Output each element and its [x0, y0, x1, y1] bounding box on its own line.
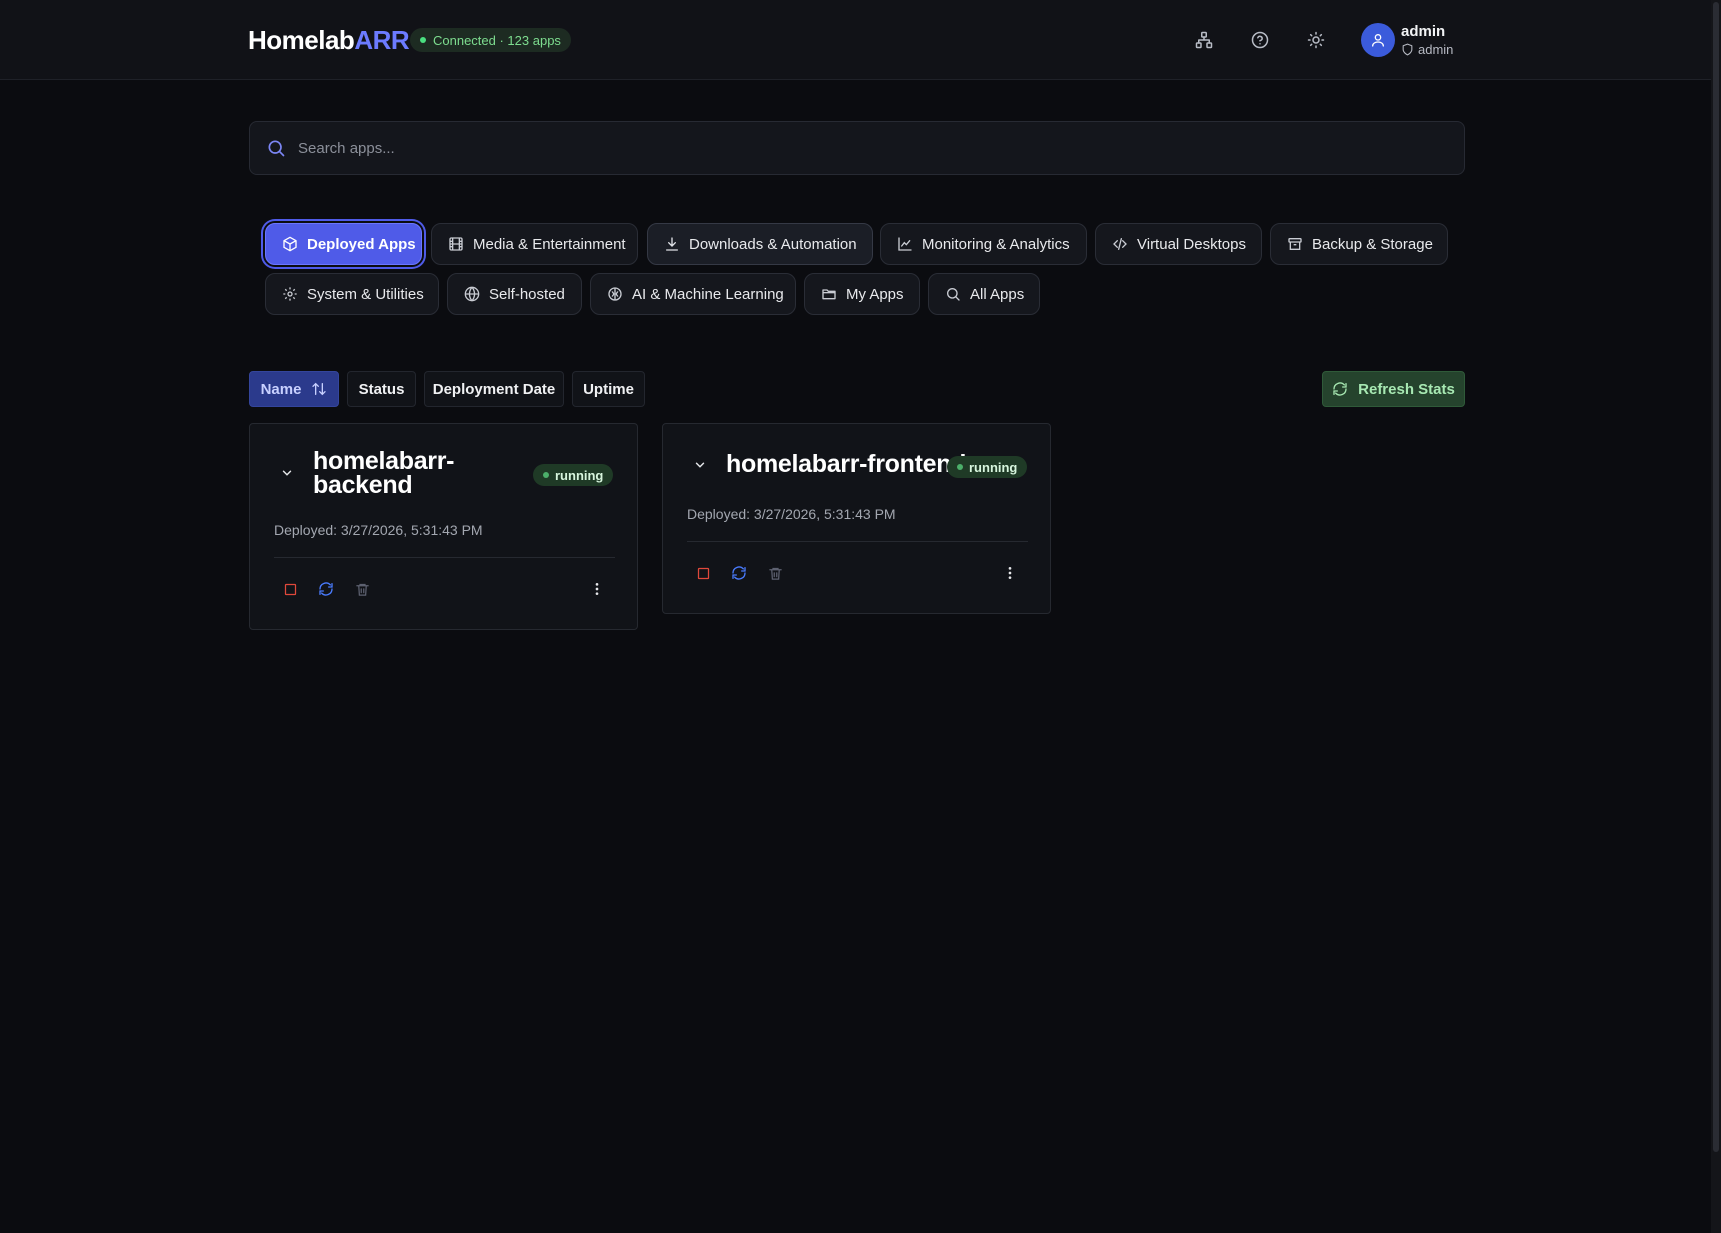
restart-icon[interactable]: [729, 563, 749, 583]
app-name-line1: homelabarr-: [313, 447, 455, 475]
refresh-stats-button[interactable]: Refresh Stats: [1322, 371, 1465, 407]
search-input[interactable]: [298, 139, 1464, 157]
tab-system-utilities[interactable]: System & Utilities: [265, 273, 439, 315]
status-badge: running: [947, 456, 1028, 478]
top-header: HomelabARR Connected · 123 apps admin ad…: [0, 0, 1711, 80]
status-dot-icon: [543, 472, 549, 478]
chevron-down-icon[interactable]: [693, 458, 707, 477]
tab-label: Self-hosted: [489, 285, 565, 303]
deployed-timestamp: Deployed: 3/27/2026, 5:31:43 PM: [274, 522, 483, 538]
tab-label: Monitoring & Analytics: [922, 235, 1070, 253]
search-icon: [947, 288, 960, 301]
sort-uptime-button[interactable]: Uptime: [572, 371, 645, 407]
tab-media-entertainment[interactable]: Media & Entertainment: [431, 223, 638, 265]
more-vertical-icon[interactable]: [587, 579, 607, 599]
user-role: admin: [1401, 42, 1453, 57]
tab-label: Virtual Desktops: [1137, 235, 1246, 253]
tab-label: My Apps: [846, 285, 904, 303]
card-divider: [687, 541, 1028, 542]
card-divider: [274, 557, 615, 558]
logo-accent: ARR: [354, 25, 410, 55]
tab-my-apps[interactable]: My Apps: [804, 273, 920, 315]
tab-label: Downloads & Automation: [689, 235, 857, 253]
refresh-label: Refresh Stats: [1358, 380, 1455, 398]
sort-deployment-date-button[interactable]: Deployment Date: [424, 371, 564, 407]
app-name: homelabarr- backend: [313, 447, 455, 499]
search-icon: [268, 140, 285, 157]
tab-ai-machine-learning[interactable]: AI & Machine Learning: [590, 273, 796, 315]
tab-virtual-desktops[interactable]: Virtual Desktops: [1095, 223, 1262, 265]
app-card-frontend: homelabarr-frontend running Deployed: 3/…: [662, 423, 1051, 614]
tab-all-apps[interactable]: All Apps: [928, 273, 1040, 315]
app-page: HomelabARR Connected · 123 apps admin ad…: [0, 0, 1721, 1233]
trash-icon[interactable]: [765, 563, 785, 583]
tab-label: AI & Machine Learning: [632, 285, 784, 303]
globe-icon: [464, 286, 480, 302]
sort-date-label: Deployment Date: [432, 380, 556, 398]
archive-icon: [1288, 238, 1302, 250]
connection-dot-icon: [420, 37, 426, 43]
chevron-down-icon[interactable]: [280, 466, 294, 485]
stop-icon[interactable]: [280, 579, 300, 599]
deployed-timestamp: Deployed: 3/27/2026, 5:31:43 PM: [687, 506, 896, 522]
page-scrollbar[interactable]: [1711, 0, 1721, 1233]
stop-icon[interactable]: [693, 563, 713, 583]
code-icon: [1113, 238, 1127, 250]
folder-icon: [822, 289, 836, 300]
status-label: running: [969, 459, 1018, 475]
logo-main: Homelab: [248, 25, 355, 55]
restart-icon[interactable]: [316, 579, 336, 599]
status-dot-icon: [957, 464, 963, 470]
connection-text: Connected · 123 apps: [433, 32, 561, 48]
more-vertical-icon[interactable]: [1000, 563, 1020, 583]
sort-status-label: Status: [358, 380, 405, 398]
sort-uptime-label: Uptime: [583, 380, 634, 398]
download-icon: [666, 237, 678, 251]
search-bar: [249, 121, 1465, 175]
tab-backup-storage[interactable]: Backup & Storage: [1270, 223, 1448, 265]
brain-icon: [608, 287, 622, 301]
theme-sun-icon[interactable]: [1302, 26, 1330, 54]
film-icon: [449, 237, 463, 251]
tab-self-hosted[interactable]: Self-hosted: [447, 273, 582, 315]
app-card-backend: homelabarr- backend running Deployed: 3/…: [249, 423, 638, 630]
tab-label: Deployed Apps: [307, 235, 416, 253]
box-icon: [283, 236, 297, 252]
scrollbar-thumb[interactable]: [1713, 2, 1719, 1152]
app-name: homelabarr-frontend: [726, 450, 967, 478]
tab-monitoring-analytics[interactable]: Monitoring & Analytics: [880, 223, 1087, 265]
tab-label: System & Utilities: [307, 285, 424, 303]
tab-downloads-automation[interactable]: Downloads & Automation: [647, 223, 873, 265]
app-logo[interactable]: HomelabARR: [248, 24, 410, 56]
user-avatar[interactable]: [1361, 23, 1395, 57]
app-name-line2: backend: [313, 471, 413, 499]
status-label: running: [555, 467, 604, 483]
help-icon[interactable]: [1246, 26, 1274, 54]
tab-deployed-apps[interactable]: Deployed Apps: [265, 223, 422, 265]
tab-label: Media & Entertainment: [473, 235, 626, 253]
connection-badge: Connected · 123 apps: [410, 28, 571, 52]
shield-icon: [1402, 43, 1413, 56]
tab-label: Backup & Storage: [1312, 235, 1433, 253]
gear-icon: [283, 287, 297, 301]
user-name[interactable]: admin: [1401, 23, 1445, 40]
user-role-label: admin: [1418, 42, 1454, 57]
sort-name-label: Name: [260, 380, 302, 398]
network-icon[interactable]: [1190, 26, 1218, 54]
tab-label: All Apps: [970, 285, 1025, 303]
chart-line-icon: [898, 237, 912, 251]
sort-name-button[interactable]: Name: [249, 371, 339, 407]
status-badge: running: [533, 464, 614, 486]
sort-status-button[interactable]: Status: [347, 371, 416, 407]
refresh-icon: [1333, 382, 1347, 396]
trash-icon[interactable]: [352, 579, 372, 599]
sort-arrows-icon: [312, 382, 327, 396]
